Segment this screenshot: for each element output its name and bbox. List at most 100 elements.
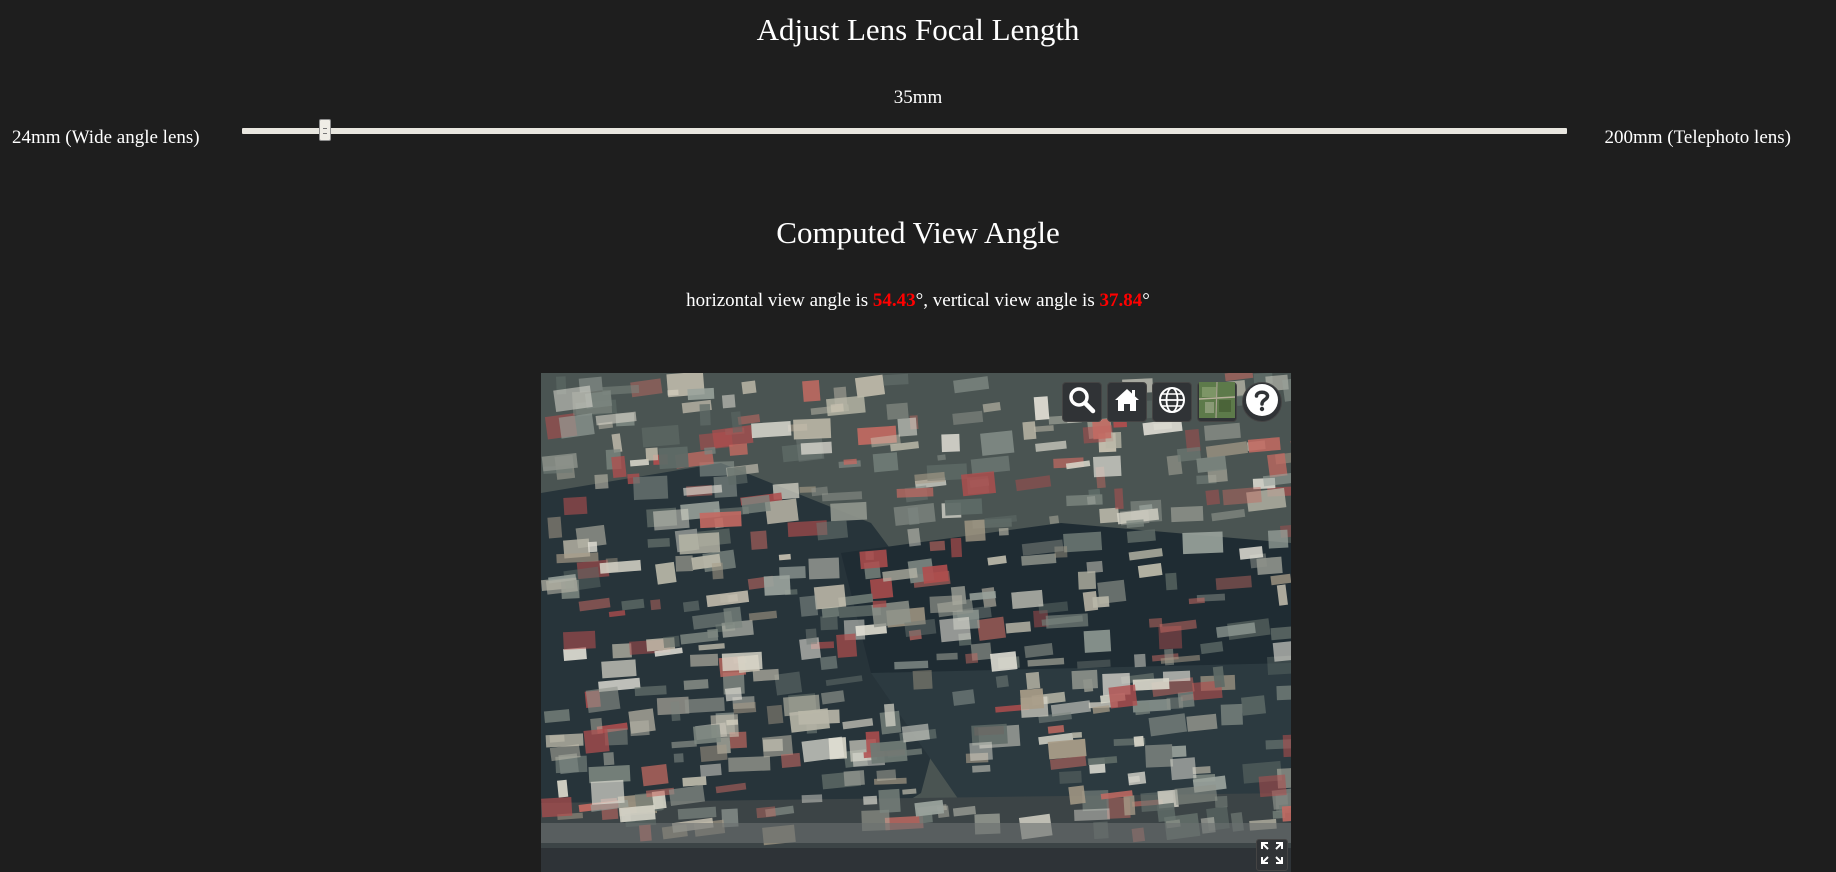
rooftop [1047, 738, 1087, 760]
rooftop [1170, 757, 1197, 781]
rooftop [1083, 629, 1112, 653]
rooftop [1063, 531, 1103, 553]
rooftop [936, 652, 958, 661]
rooftop [585, 686, 621, 713]
rooftop [944, 498, 983, 516]
rooftop [557, 779, 569, 798]
rooftop [629, 720, 650, 737]
rooftop [876, 769, 897, 782]
rooftop [741, 380, 757, 395]
rooftop [1108, 684, 1138, 709]
rooftop [603, 752, 615, 766]
rooftop [779, 566, 806, 580]
rooftop [583, 728, 610, 754]
result-middle: °, vertical view angle is [915, 290, 1100, 311]
view-angle-result: horizontal view angle is 54.43°, vertica… [0, 289, 1836, 313]
rooftop [601, 659, 637, 679]
rooftop [1123, 795, 1136, 816]
result-prefix: horizontal view angle is [686, 290, 873, 311]
rooftop [711, 562, 724, 580]
rooftop [634, 685, 667, 697]
slider-min-label: 24mm (Wide angle lens) [12, 127, 200, 148]
rooftop [1132, 677, 1170, 691]
rooftop [1068, 785, 1086, 805]
home-button[interactable] [1107, 382, 1147, 422]
rooftop [729, 443, 748, 456]
fullscreen-button[interactable] [1256, 839, 1288, 871]
rooftop [820, 655, 838, 671]
rooftop [1220, 703, 1243, 726]
rooftop [1133, 735, 1145, 747]
rooftop [1093, 455, 1122, 478]
rooftop [1134, 653, 1146, 668]
rooftop [590, 779, 625, 805]
rooftop [699, 403, 711, 426]
rooftop [612, 643, 632, 659]
rooftop [1114, 488, 1124, 510]
rooftop [563, 496, 588, 516]
rooftop [1267, 529, 1289, 549]
rooftop [650, 599, 661, 611]
rooftop [683, 679, 709, 690]
rooftop [675, 555, 694, 572]
rooftop [964, 519, 986, 542]
search-icon [1067, 385, 1097, 420]
rooftop [907, 506, 920, 525]
rooftop [1025, 671, 1041, 690]
help-button[interactable] [1242, 382, 1282, 422]
rooftop [1186, 713, 1218, 732]
rooftop [961, 471, 997, 497]
rooftop [543, 709, 571, 723]
viewer-toolbar [1062, 381, 1282, 422]
rooftop [882, 373, 909, 386]
rooftop [802, 380, 821, 402]
rooftop [1171, 745, 1187, 758]
base-layer-picker-button[interactable] [1197, 381, 1237, 422]
rooftop [1165, 572, 1178, 591]
rooftop [1282, 734, 1291, 758]
rooftop [976, 616, 1007, 641]
result-suffix: ° [1142, 290, 1150, 311]
map-viewer[interactable] [541, 373, 1291, 872]
search-button[interactable] [1062, 382, 1102, 422]
rooftop [756, 806, 776, 819]
rooftop [901, 723, 930, 743]
rooftop [1272, 640, 1291, 662]
rooftop [658, 446, 689, 470]
rooftop [689, 653, 719, 667]
rooftop [1281, 803, 1291, 822]
rooftop [972, 764, 991, 773]
home-icon [1112, 385, 1142, 420]
rooftop [1082, 789, 1109, 812]
rooftop [766, 704, 784, 725]
rooftop [1092, 596, 1110, 608]
rooftop [995, 675, 1009, 688]
scene-mode-button[interactable] [1152, 382, 1192, 422]
rooftop [699, 511, 742, 529]
rooftop [693, 724, 722, 745]
rooftop [704, 446, 716, 455]
rooftop [800, 441, 833, 455]
slider-value-label: 35mm [893, 87, 943, 108]
rooftop [939, 616, 972, 643]
slider-thumb[interactable] [318, 119, 331, 141]
page-title: Adjust Lens Focal Length [756, 12, 1080, 47]
horizontal-angle-value: 54.43 [872, 290, 916, 311]
rooftop [907, 527, 921, 547]
rooftop [808, 557, 840, 580]
rooftop [897, 417, 918, 437]
rooftop [980, 430, 1015, 456]
aerial-city-imagery[interactable] [541, 373, 1291, 872]
rooftop [587, 541, 598, 553]
rooftop [878, 788, 901, 814]
rooftop [894, 660, 929, 670]
rooftop [663, 635, 680, 649]
rooftop [830, 403, 844, 413]
focal-length-slider[interactable] [242, 119, 1567, 141]
rooftop [870, 740, 908, 764]
rooftop [929, 595, 963, 614]
rooftop [673, 753, 684, 763]
rooftop [655, 561, 677, 585]
rooftop [843, 770, 865, 787]
rooftop [1059, 770, 1082, 784]
